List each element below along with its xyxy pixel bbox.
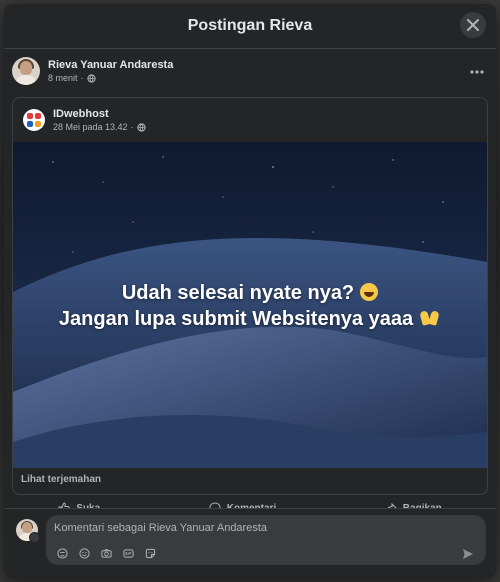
composer-avatar[interactable] — [16, 519, 40, 543]
emoji-icon — [78, 547, 90, 559]
post-image[interactable]: Udah selesai nyate nya? Jangan lupa subm… — [13, 142, 487, 468]
shared-time[interactable]: 28 Mei pada 13.42 — [53, 122, 128, 132]
avatar-sticker-icon — [56, 547, 68, 559]
page-name[interactable]: IDwebhost — [53, 108, 146, 120]
post-caption: Udah selesai nyate nya? Jangan lupa subm… — [13, 280, 487, 332]
camera-button[interactable] — [100, 547, 112, 559]
author-avatar[interactable] — [12, 57, 40, 85]
gif-button[interactable] — [122, 547, 134, 559]
comment-composer-area — [4, 508, 496, 578]
modal-title: Postingan Rieva — [187, 17, 313, 34]
page-logo[interactable] — [23, 109, 45, 131]
sticker-icon — [145, 548, 155, 558]
globe-icon — [136, 122, 146, 132]
comment-input[interactable] — [52, 521, 456, 535]
caption-line-1: Udah selesai nyate nya? — [121, 282, 355, 304]
post-modal: Postingan Rieva Rieva Yanuar Andaresta 8… — [4, 4, 496, 578]
raised-hands-emoji-icon — [419, 309, 441, 327]
post-time[interactable]: 8 menit — [48, 73, 78, 83]
account-switch-icon — [29, 532, 40, 543]
comment-box — [46, 515, 486, 565]
post-header: Rieva Yanuar Andaresta 8 menit · — [4, 49, 496, 89]
laughing-emoji-icon — [360, 283, 379, 301]
globe-icon — [86, 73, 96, 83]
sticker-button[interactable] — [144, 547, 156, 559]
see-translation-link[interactable]: Lihat terjemahan — [21, 474, 101, 485]
send-icon — [463, 549, 473, 559]
composer-tools — [56, 547, 156, 559]
camera-icon — [100, 548, 112, 558]
shared-post-card[interactable]: IDwebhost 28 Mei pada 13.42 · Udah seles… — [12, 97, 488, 495]
modal-header: Postingan Rieva — [4, 4, 496, 49]
close-icon — [467, 19, 479, 31]
send-comment-button[interactable] — [462, 547, 474, 565]
caption-line-2: Jangan lupa submit Websitenya yaaa — [58, 308, 414, 330]
shared-post-header: IDwebhost 28 Mei pada 13.42 · — [13, 98, 487, 142]
emoji-button[interactable] — [78, 547, 90, 559]
close-button[interactable] — [460, 12, 486, 38]
more-horizontal-icon — [470, 70, 484, 74]
more-options-button[interactable] — [470, 61, 484, 79]
avatar-sticker-button[interactable] — [56, 547, 68, 559]
post-author[interactable]: Rieva Yanuar Andaresta — [48, 59, 173, 71]
gif-icon — [122, 548, 134, 558]
